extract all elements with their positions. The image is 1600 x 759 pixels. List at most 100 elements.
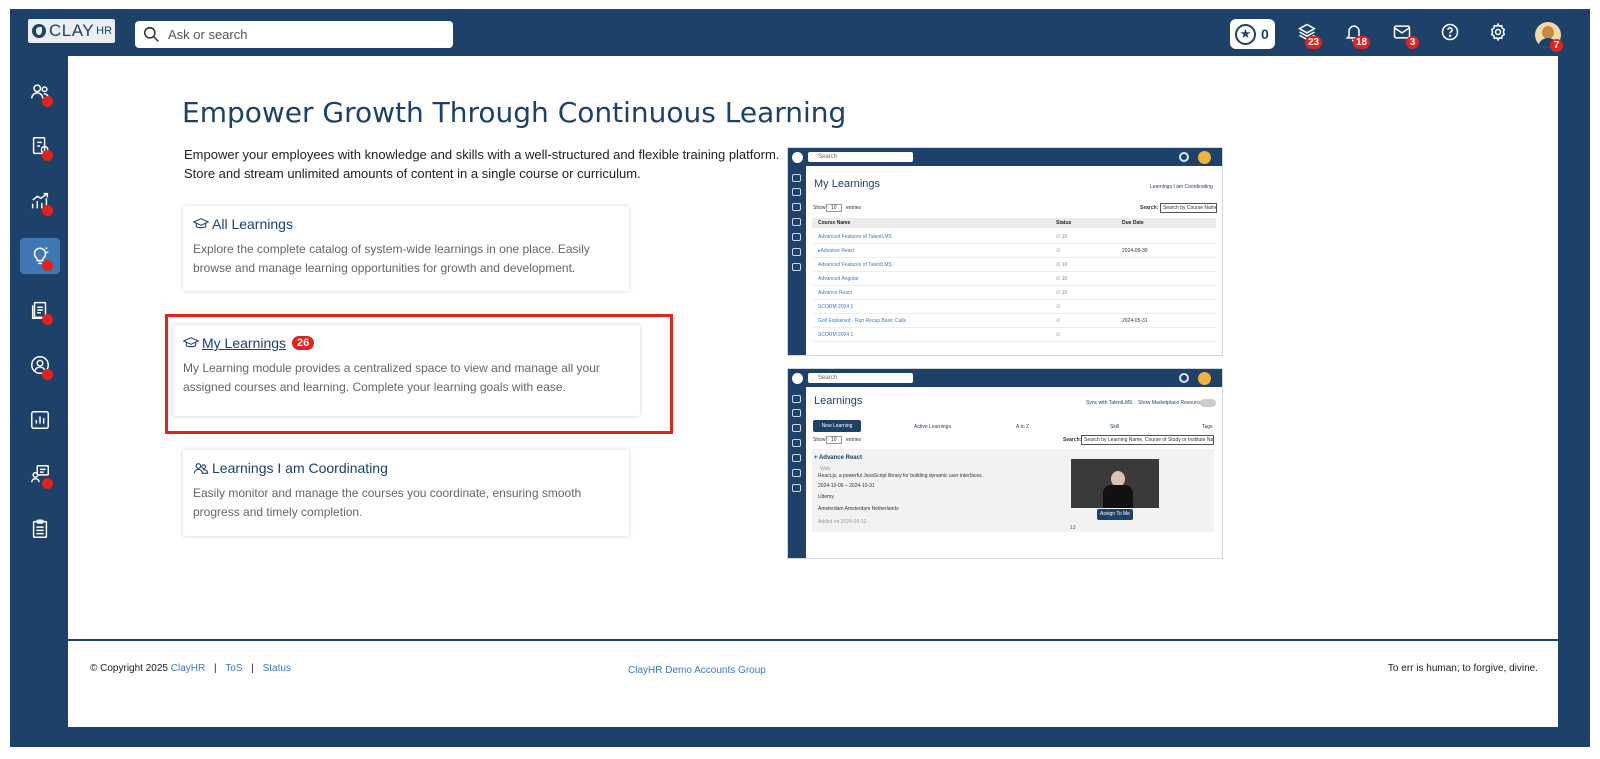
sidebar-item-performance[interactable] [20, 183, 60, 219]
preview-rail-icon [792, 395, 801, 403]
stars-button[interactable]: ★ 0 [1230, 19, 1275, 49]
preview-course-type: Web [820, 466, 831, 472]
bar-chart-icon [31, 411, 49, 429]
learning-alert-dot [42, 260, 53, 271]
clayhr-logo[interactable]: CLAY HR [28, 19, 115, 43]
table-row: Advanced Features of TalentLMS ∅ 10 [812, 258, 1216, 272]
preview-table-search: Search by Learning Name, Course of Study… [1081, 435, 1214, 445]
table-row: Advanced Angular ∅ 10 [812, 272, 1216, 286]
sidebar-item-learning[interactable] [20, 238, 60, 274]
preview-show-label: Show [813, 437, 826, 443]
row-status: ∅ 10 [1056, 276, 1068, 282]
logo-mark-icon [32, 24, 46, 38]
preview-rail-icon [792, 233, 801, 241]
sidebar-item-payroll[interactable] [20, 128, 60, 164]
settings-button[interactable] [1488, 22, 1510, 44]
table-row: SCORM 2004 1 ∅ [812, 300, 1216, 314]
documents-alert-dot [42, 314, 53, 325]
app-frame: CLAY HR ★ 0 23 18 3 [10, 9, 1590, 747]
preview-coordinating-link: Learnings I am Coordinating [1150, 184, 1213, 190]
notifications-button[interactable]: 18 [1344, 22, 1371, 49]
preview-marketplace-toggle [1200, 399, 1216, 407]
preview-logo-icon [792, 373, 803, 384]
sidebar-item-reports[interactable] [20, 402, 60, 438]
preview-course-title: + Advance React [814, 455, 862, 461]
preview-course-dates: 2024-10-06 – 2024-10-31 [818, 483, 875, 489]
global-search[interactable] [135, 21, 453, 48]
row-due: 2024-09-30 [1122, 248, 1148, 254]
preview-course-desc: React.js, a powerful JavaScript library … [818, 473, 984, 479]
all-learnings-label: All Learnings [212, 216, 293, 232]
learning-layers-button[interactable]: 23 [1297, 22, 1323, 49]
row-course: Advanced Features of TalentLMS [818, 262, 892, 268]
performance-alert-dot [42, 205, 53, 216]
preview-course-count: 13 [1070, 525, 1076, 531]
avatar-badge: 7 [1550, 39, 1563, 52]
coordinating-card[interactable]: Learnings I am Coordinating Easily monit… [183, 450, 629, 536]
preview-gear-icon [1179, 152, 1189, 162]
footer-group-name: ClayHR Demo Accounts Group [628, 665, 766, 676]
preview-assign-button: Assign To Me [1097, 509, 1133, 520]
footer-links: © Copyright 2025 ClayHR | ToS | Status [90, 663, 291, 674]
people-icon [193, 463, 209, 474]
logo-suffix: HR [96, 25, 113, 37]
row-status: ∅ [1056, 304, 1061, 310]
all-learnings-title[interactable]: All Learnings [193, 216, 293, 232]
preview-course-video [1071, 459, 1159, 508]
preview-filter-skill: Skill [1110, 424, 1120, 430]
preview-show-label: Show [813, 205, 826, 211]
footer-status-link[interactable]: Status [263, 663, 291, 674]
preview-logo-icon [792, 152, 803, 163]
preview-rail-icon [792, 484, 801, 492]
footer-brand-link[interactable]: ClayHR [171, 663, 205, 674]
sidebar-item-tasks[interactable] [20, 511, 60, 547]
row-course: SCORM 2004 1 [818, 332, 854, 338]
preview-filter-active: Active Learnings [914, 424, 951, 430]
row-course: Advanced Features of TalentLMS [818, 234, 892, 240]
preview-search: Search [808, 373, 913, 383]
footer-tos-link[interactable]: ToS [225, 663, 242, 674]
row-status: ∅ [1056, 248, 1061, 254]
graduation-cap-icon [193, 218, 209, 229]
table-row: Golf Explained - Run Recap Basic Calls ∅ 2… [812, 314, 1216, 328]
preview-col-course: Course Name [818, 220, 851, 226]
row-course: Golf Explained - Run Recap Basic Calls [818, 318, 907, 324]
preview-col-status: Status [1056, 220, 1072, 226]
payroll-alert-dot [42, 150, 53, 161]
gear-icon [1490, 22, 1506, 42]
search-input[interactable] [168, 27, 438, 42]
preview-gear-icon [1179, 373, 1189, 383]
preview-search-label: Search: [1140, 205, 1159, 211]
row-status: ∅ 10 [1056, 290, 1068, 296]
sidebar-item-people[interactable] [20, 74, 60, 110]
copyright-text: © Copyright 2025 [90, 663, 168, 674]
preview-rail-icon [792, 203, 801, 211]
row-due: 2024-05-31 [1122, 318, 1148, 324]
row-status: ∅ 10 [1056, 262, 1068, 268]
help-icon [1441, 23, 1459, 41]
row-status: ∅ [1056, 332, 1061, 338]
preview-rail-icon [792, 439, 801, 447]
preview-sync-label: Sync with TalentLMS [1086, 400, 1133, 406]
sidebar-item-profile[interactable] [20, 347, 60, 383]
preview-title: My Learnings [814, 178, 881, 190]
table-row: Advance React ∅ 10 [812, 286, 1216, 300]
preview-table-header: Course Name Status Due Date [812, 218, 1216, 228]
footer-separator: | [251, 663, 254, 674]
preview-rail-icon [792, 454, 801, 462]
sidebar-item-helpdesk[interactable] [20, 456, 60, 492]
preview-search: Search [808, 152, 913, 162]
sidebar-item-documents[interactable] [20, 292, 60, 328]
preview-course-panel: + Advance React Web React.js, a powerful… [812, 449, 1214, 532]
logo-text: CLAY [49, 21, 95, 40]
help-button[interactable] [1440, 22, 1462, 44]
coordinating-title[interactable]: Learnings I am Coordinating [193, 460, 388, 476]
coordinating-description: Easily monitor and manage the courses yo… [193, 486, 582, 519]
preview-entries-select: 10 [826, 204, 842, 212]
preview-rail-icon [792, 248, 801, 256]
notifications-badge: 18 [1353, 36, 1371, 49]
all-learnings-card[interactable]: All Learnings Explore the complete catal… [183, 206, 629, 291]
table-row: ▸Advance React ∅ 2024-09-30 [812, 244, 1216, 258]
helpdesk-alert-dot [42, 478, 53, 489]
messages-button[interactable]: 3 [1392, 22, 1419, 49]
